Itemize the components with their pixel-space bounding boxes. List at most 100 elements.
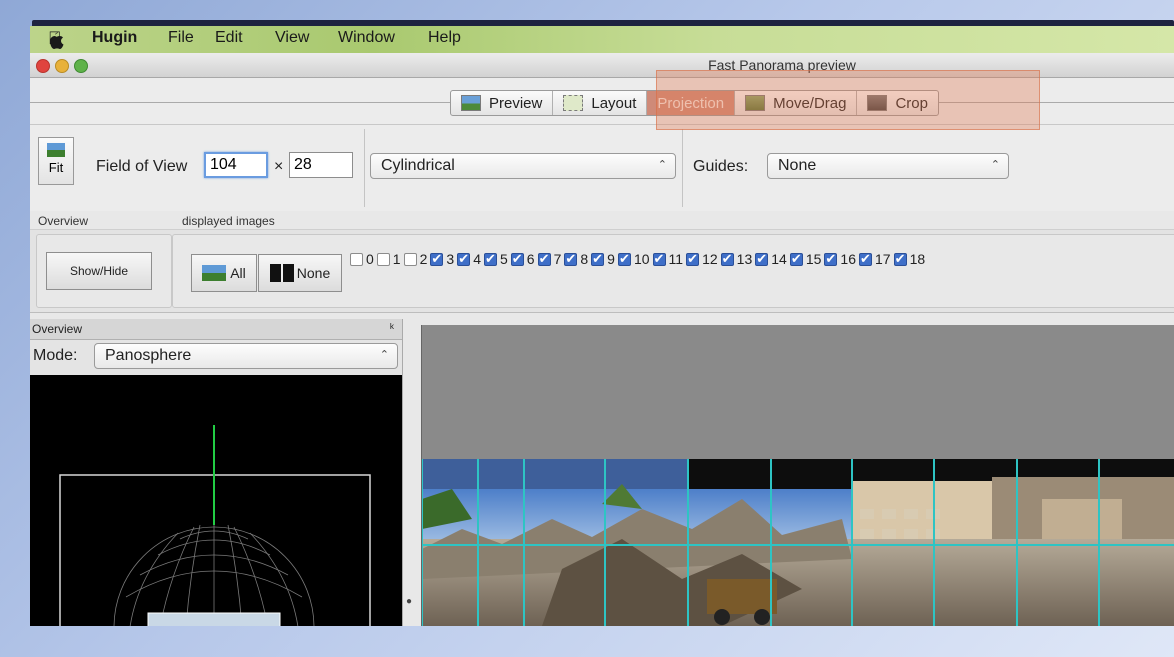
checkbox[interactable] (457, 251, 471, 267)
panorama-preview[interactable] (421, 325, 1174, 626)
checkbox-label: 4 (473, 251, 481, 267)
checkbox-label: 13 (736, 251, 753, 267)
none-button[interactable]: None (258, 254, 342, 292)
checkbox[interactable] (686, 251, 700, 267)
menu-file[interactable]: File (168, 29, 194, 47)
checkbox-label: 8 (580, 251, 589, 267)
image-checkbox[interactable]: 8 (564, 251, 588, 267)
mode-label: Mode: (33, 347, 78, 364)
checkbox-label: 12 (702, 251, 718, 267)
checkbox[interactable] (789, 251, 803, 267)
projection-panel: Fit Field of View × Cylindrical ⌃ Guides… (30, 125, 1174, 211)
checkbox-label: 3 (446, 251, 455, 267)
image-checkbox[interactable]: 18 (893, 251, 925, 267)
image-checkbox[interactable]: 6 (510, 251, 535, 267)
layout-icon (563, 95, 584, 111)
tab-layout[interactable]: Layout (553, 91, 648, 115)
checkbox[interactable] (376, 252, 390, 266)
checkbox-label: 14 (771, 251, 787, 267)
menu-edit[interactable]: Edit (215, 29, 243, 47)
field-of-view-label: Field of View (96, 158, 188, 175)
all-button[interactable]: All (191, 254, 257, 292)
image-checkbox[interactable]: 10 (617, 251, 650, 267)
mode-value: Panosphere (105, 347, 192, 364)
fov-width-input[interactable] (204, 152, 268, 178)
apple-icon-glyph (50, 32, 64, 49)
projection-select[interactable]: Cylindrical ⌃ (370, 153, 676, 179)
checkbox-label: 11 (668, 251, 684, 267)
menu-view[interactable]: View (275, 29, 309, 47)
show-hide-button[interactable]: Show/Hide (46, 252, 152, 290)
guides-select[interactable]: None ⌃ (767, 153, 1009, 179)
image-checkbox[interactable]: 2 (403, 251, 427, 267)
image-checkbox[interactable]: 4 (457, 251, 481, 267)
checkbox[interactable] (652, 251, 666, 267)
overview-canvas[interactable] (30, 375, 402, 626)
mode-select[interactable]: Panosphere ⌃ (94, 343, 398, 369)
fit-label: Fit (48, 160, 64, 175)
image-checkbox[interactable]: 16 (824, 251, 856, 267)
menu-help[interactable]: Help (428, 29, 461, 47)
checkbox[interactable] (824, 251, 838, 267)
divider (682, 129, 683, 207)
checkbox[interactable] (483, 251, 497, 267)
tab-preview[interactable]: Preview (451, 91, 554, 115)
image-checkbox-list: 0123456789101112131415161718 (350, 251, 928, 267)
image-checkbox[interactable]: 15 (789, 251, 822, 267)
image-checkbox[interactable]: 12 (686, 251, 718, 267)
image-checkbox[interactable]: 5 (483, 251, 508, 267)
image-checkbox[interactable]: 1 (376, 251, 401, 267)
image-footprint (147, 612, 281, 626)
all-label: All (230, 265, 246, 281)
fov-height-input[interactable] (289, 152, 353, 178)
pin-icon[interactable]: ᵏ (390, 321, 394, 335)
checkbox[interactable] (858, 251, 872, 267)
checkbox[interactable] (430, 251, 444, 267)
image-checkbox[interactable]: 17 (858, 251, 891, 267)
fit-button[interactable]: Fit (38, 137, 74, 185)
times-sign: × (274, 158, 284, 175)
checkbox[interactable] (537, 251, 551, 267)
guides-value: None (778, 157, 817, 174)
image-checkbox[interactable]: 11 (652, 251, 684, 267)
image-checkbox[interactable]: 9 (591, 251, 615, 267)
image-checkbox[interactable]: 7 (537, 251, 562, 267)
splitter-handle[interactable]: ● (406, 596, 412, 607)
fit-icon (47, 143, 65, 157)
checkbox[interactable] (617, 251, 631, 267)
menu-hugin[interactable]: Hugin (92, 29, 137, 47)
checkbox[interactable] (755, 251, 769, 267)
toolbar-highlight (656, 70, 1040, 130)
checkbox[interactable] (510, 251, 524, 267)
checkbox-label: 10 (633, 251, 650, 267)
overview-pane-header: Overview ᵏ (30, 319, 402, 340)
checkbox[interactable] (591, 251, 605, 267)
checkbox-label: 5 (499, 251, 508, 267)
checkbox[interactable] (350, 252, 363, 266)
image-checkbox[interactable]: 14 (755, 251, 787, 267)
menu-window[interactable]: Window (338, 29, 395, 47)
checkbox[interactable] (564, 251, 578, 267)
panosphere-view (59, 425, 371, 626)
checkbox-label: 16 (840, 251, 856, 267)
checkbox-label: 7 (553, 251, 562, 267)
checkbox[interactable] (403, 252, 417, 266)
checkbox-label: 15 (805, 251, 822, 267)
image-checkbox[interactable]: 0 (350, 251, 374, 267)
checkbox[interactable] (720, 251, 734, 267)
tab-preview-label: Preview (489, 94, 543, 112)
checkbox[interactable] (893, 251, 907, 267)
chevron-updown-icon: ⌃ (657, 159, 667, 171)
displayed-images-label: displayed images (182, 214, 275, 228)
checkbox-label: 6 (526, 251, 535, 267)
image-checkbox[interactable]: 13 (720, 251, 753, 267)
preview-icon (461, 95, 481, 111)
hugin-window:  Hugin File Edit View Window Help Fast … (30, 26, 1174, 626)
checkbox-label: 17 (874, 251, 891, 267)
none-label: None (296, 265, 331, 281)
checkbox-label: 0 (366, 251, 374, 267)
chevron-updown-icon: ⌃ (990, 159, 1000, 171)
image-checkbox[interactable]: 3 (430, 251, 454, 267)
projection-value: Cylindrical (381, 157, 455, 174)
show-hide-label: Show/Hide (69, 264, 129, 278)
